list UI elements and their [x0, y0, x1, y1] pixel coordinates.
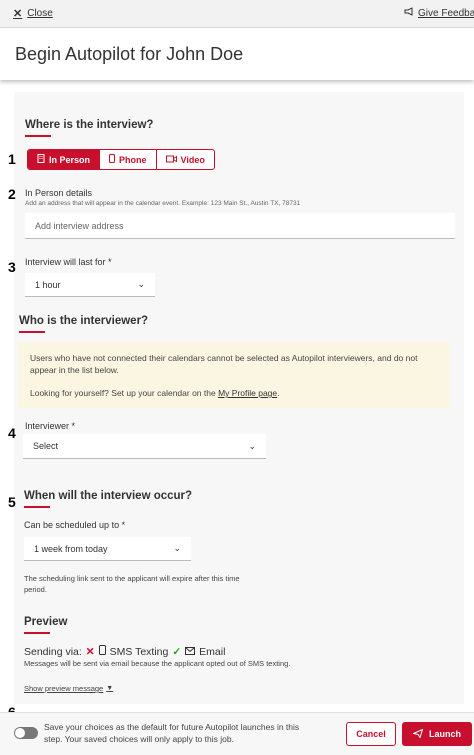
sms-texting-label: SMS Texting	[109, 645, 169, 658]
notice-line-1: Users who have not connected their calen…	[30, 353, 418, 363]
calendar-notice: Users who have not connected their calen…	[18, 342, 450, 408]
page-title: Begin Autopilot for John Doe	[15, 44, 244, 64]
duration-label: Interview will last for *	[25, 257, 112, 267]
chevron-down-icon: ⌄	[248, 440, 256, 451]
close-link[interactable]: ✕ Close	[13, 7, 53, 20]
top-bar: ✕ Close Give Feedback	[0, 0, 474, 28]
preview-note: Messages will be sent via email because …	[24, 659, 291, 668]
close-label: Close	[27, 8, 53, 19]
preview-section-title: Preview	[24, 616, 68, 628]
save-defaults-line-2: step. Your saved choices will only apply…	[44, 734, 234, 744]
give-feedback-link[interactable]: Give Feedback	[404, 7, 474, 19]
notice-line-2: appear in the list below.	[30, 365, 119, 375]
when-section-title: When will the interview occur?	[24, 490, 193, 502]
notice-line-3: Looking for yourself? Set up your calend…	[30, 387, 280, 399]
save-defaults-line-1: Save your choices as the default for fut…	[44, 722, 300, 732]
section-underline	[24, 632, 50, 634]
toggle-knob	[15, 728, 25, 738]
send-icon	[411, 728, 424, 740]
duration-select[interactable]: 1 hour ⌄	[25, 273, 155, 297]
building-icon	[37, 154, 45, 165]
close-icon: ✕	[13, 8, 23, 20]
interview-type-toggle: In Person Phone Video	[27, 149, 215, 170]
cancel-button[interactable]: Cancel	[346, 722, 396, 746]
who-section-title: Who is the interviewer?	[19, 315, 149, 327]
phone-icon	[109, 154, 116, 165]
sending-via-row: Sending via: ✕ SMS Texting ✓ Email	[24, 645, 225, 658]
option-label: Phone	[119, 154, 147, 165]
disabled-x-icon: ✕	[85, 645, 95, 658]
where-section-title: Where is the interview?	[25, 119, 154, 131]
phone-icon	[98, 645, 106, 658]
schedule-limit-label: Can be scheduled up to *	[24, 520, 126, 530]
annotation-3: 3	[8, 259, 16, 275]
annotation-1: 1	[8, 151, 16, 167]
schedule-limit-value: 1 week from today	[34, 543, 108, 554]
video-camera-icon	[165, 155, 177, 165]
email-label: Email	[199, 645, 226, 658]
chevron-down-icon: ⌄	[137, 279, 145, 289]
interview-address-input[interactable]: Add interview address	[25, 213, 455, 239]
in-person-details-hint: Add an address that will appear in the c…	[25, 200, 301, 207]
interviewer-value: Select	[33, 441, 59, 451]
option-phone[interactable]: Phone	[100, 150, 157, 169]
show-preview-label: Show preview message	[24, 684, 104, 693]
section-underline	[19, 331, 45, 333]
annotation-4: 4	[8, 425, 16, 441]
interviewer-select[interactable]: Select ⌄	[23, 434, 266, 459]
feedback-label: Give Feedback	[418, 7, 474, 19]
check-icon: ✓	[172, 645, 182, 658]
section-underline	[25, 135, 51, 137]
annotation-2: 2	[8, 186, 16, 202]
launch-button[interactable]: Launch	[402, 722, 472, 746]
schedule-limit-select[interactable]: 1 week from today ⌄	[24, 537, 191, 561]
save-defaults-toggle[interactable]	[14, 727, 38, 739]
envelope-icon	[185, 646, 196, 658]
launch-label: Launch	[428, 729, 461, 739]
option-in-person[interactable]: In Person	[28, 150, 101, 169]
duration-value: 1 hour	[35, 279, 61, 290]
my-profile-link[interactable]: My Profile page	[218, 388, 277, 398]
notice-prefix: Looking for yourself? Set up your calend…	[30, 388, 216, 398]
chevron-down-icon: ⌄	[173, 543, 181, 553]
footer-bar: Save your choices as the default for fut…	[0, 712, 474, 755]
option-label: Video	[180, 154, 205, 165]
option-label: In Person	[49, 154, 91, 165]
modal-header: Begin Autopilot for John Doe	[0, 28, 474, 80]
megaphone-icon	[404, 7, 414, 19]
show-preview-link[interactable]: Show preview message ▼	[24, 683, 113, 694]
sending-via-label: Sending via:	[24, 645, 82, 658]
schedule-help-line-2: period.	[24, 585, 47, 594]
cancel-label: Cancel	[356, 729, 386, 739]
annotation-5: 5	[8, 494, 16, 510]
schedule-help-line-1: The scheduling link sent to the applican…	[24, 574, 240, 583]
save-defaults-text: Save your choices as the default for fut…	[44, 721, 334, 745]
caret-down-icon: ▼	[106, 685, 114, 692]
in-person-details-label: In Person details	[25, 188, 93, 198]
option-video[interactable]: Video	[157, 150, 214, 169]
interviewer-label: Interviewer *	[25, 421, 76, 431]
notice-suffix: .	[277, 388, 280, 398]
section-underline	[24, 506, 50, 508]
